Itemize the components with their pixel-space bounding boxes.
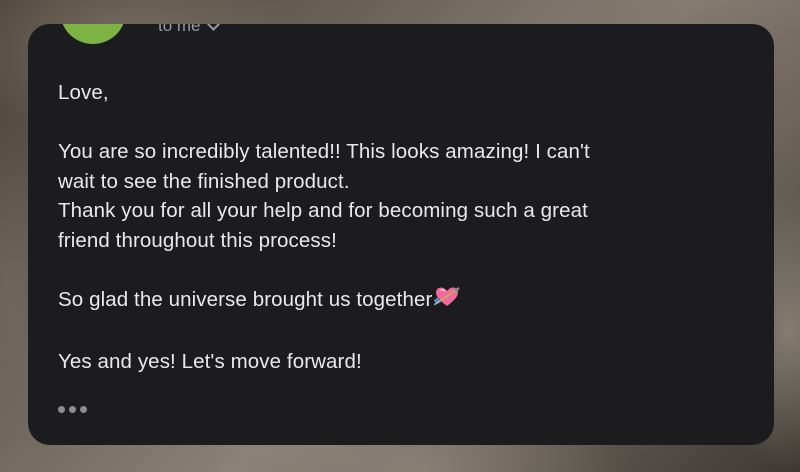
body-line: Thank you for all your help and for beco…: [58, 199, 588, 222]
chevron-down-icon: [206, 24, 220, 31]
body-line: friend throughout this process!: [58, 228, 337, 252]
recipient-label: to me: [158, 24, 201, 35]
sender-avatar[interactable]: [60, 24, 126, 44]
heart-with-arrow-icon: [434, 285, 462, 318]
email-card: to me Love, You are so incredibly talent…: [28, 24, 774, 445]
recipient-details-toggle[interactable]: to me: [158, 24, 220, 36]
body-line: So glad the universe brought us together: [58, 287, 433, 311]
body-line: wait to see the finished product.: [58, 169, 350, 193]
body-line-with-emoji: So glad the universe brought us together: [58, 285, 738, 318]
body-line: Yes and yes! Let's move forward!: [58, 349, 362, 373]
email-body: Love, You are so incredibly talented!! T…: [58, 78, 738, 376]
greeting: Love,: [58, 81, 109, 104]
dot: [58, 406, 65, 413]
show-trimmed-content-button[interactable]: [58, 406, 87, 413]
dot: [69, 406, 76, 413]
dot: [80, 406, 87, 413]
body-line: You are so incredibly talented!! This lo…: [58, 140, 590, 163]
